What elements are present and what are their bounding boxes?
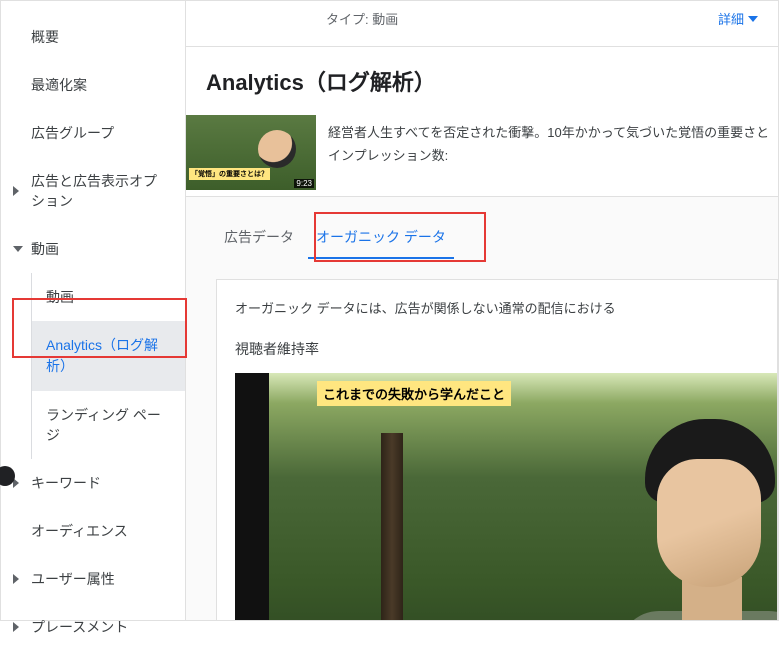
sidebar-nav: 概要 最適化案 広告グループ 広告と広告表示オプション 動画 動画 Analyt… xyxy=(1,1,186,620)
data-tabs: 広告データ オーガニック データ xyxy=(216,217,778,259)
video-frame: これまでの失敗から学んだこと もはや「覚悟」しかない xyxy=(269,373,777,620)
nav-overview[interactable]: 概要 xyxy=(1,13,185,61)
chevron-right-icon xyxy=(13,186,19,196)
content-area: オーガニック データには、広告が関係しない通常の配信における 視聴者維持率 これ… xyxy=(186,259,778,620)
video-submenu: 動画 Analytics（ログ解析） ランディング ページ xyxy=(31,273,185,459)
analytics-panel: オーガニック データには、広告が関係しない通常の配信における 視聴者維持率 これ… xyxy=(216,279,778,620)
retention-heading: 視聴者維持率 xyxy=(235,339,777,373)
nav-audience[interactable]: オーディエンス xyxy=(1,507,185,555)
nav-label: ユーザー属性 xyxy=(31,571,115,587)
nav-label: プレースメント xyxy=(31,619,128,635)
page-title: Analytics（ログ解析） xyxy=(186,47,778,115)
video-title-text: 経営者人生すべてを否定された衝撃。10年かかって気づいた覚悟の重要さと xyxy=(328,121,769,144)
tab-organic-data[interactable]: オーガニック データ xyxy=(308,217,454,259)
nav-placement[interactable]: プレースメント xyxy=(1,603,185,651)
top-bar: タイプ: 動画 詳細 xyxy=(186,1,778,47)
video-impressions-label: インプレッション数: xyxy=(328,144,769,167)
thumb-caption: 「覚悟」の重要さとは？ xyxy=(189,168,270,180)
nav-label: キーワード xyxy=(31,475,101,491)
video-meta: 経営者人生すべてを否定された衝撃。10年かかって気づいた覚悟の重要さと インプレ… xyxy=(328,115,769,190)
nav-label: 広告と広告表示オプション xyxy=(31,173,157,209)
thumb-duration: 9:23 xyxy=(294,179,314,188)
scene-person xyxy=(607,419,777,620)
tab-ad-data[interactable]: 広告データ xyxy=(216,217,302,259)
thumb-face xyxy=(258,130,296,168)
nav-keyword[interactable]: キーワード xyxy=(1,459,185,507)
subnav-landing[interactable]: ランディング ページ xyxy=(32,391,185,459)
nav-optimization[interactable]: 最適化案 xyxy=(1,61,185,109)
subnav-video[interactable]: 動画 xyxy=(32,273,185,321)
nav-demographics[interactable]: ユーザー属性 xyxy=(1,555,185,603)
video-caption-top: これまでの失敗から学んだこと xyxy=(317,381,511,406)
nav-label: 動画 xyxy=(31,241,59,257)
organic-note: オーガニック データには、広告が関係しない通常の配信における xyxy=(235,298,777,339)
chevron-right-icon xyxy=(13,574,19,584)
video-thumbnail[interactable]: 「覚悟」の重要さとは？ 9:23 xyxy=(186,115,316,190)
nav-adgroup[interactable]: 広告グループ xyxy=(1,109,185,157)
video-player[interactable]: これまでの失敗から学んだこと もはや「覚悟」しかない xyxy=(235,373,777,620)
chevron-right-icon xyxy=(13,622,19,632)
subnav-analytics[interactable]: Analytics（ログ解析） xyxy=(32,321,185,391)
tabs-area: 広告データ オーガニック データ xyxy=(186,197,778,259)
nav-ads-extensions[interactable]: 広告と広告表示オプション xyxy=(1,157,185,225)
main-content: タイプ: 動画 詳細 Analytics（ログ解析） 「覚悟」の重要さとは？ 9… xyxy=(186,1,778,620)
type-label: タイプ: 動画 xyxy=(326,9,398,28)
chevron-down-icon xyxy=(748,16,758,22)
details-text: 詳細 xyxy=(718,9,744,28)
video-summary-row: 「覚悟」の重要さとは？ 9:23 経営者人生すべてを否定された衝撃。10年かかっ… xyxy=(186,115,778,197)
chevron-down-icon xyxy=(13,246,23,252)
nav-video[interactable]: 動画 xyxy=(1,225,185,273)
details-link[interactable]: 詳細 xyxy=(718,9,758,28)
scene-tree xyxy=(381,433,403,620)
